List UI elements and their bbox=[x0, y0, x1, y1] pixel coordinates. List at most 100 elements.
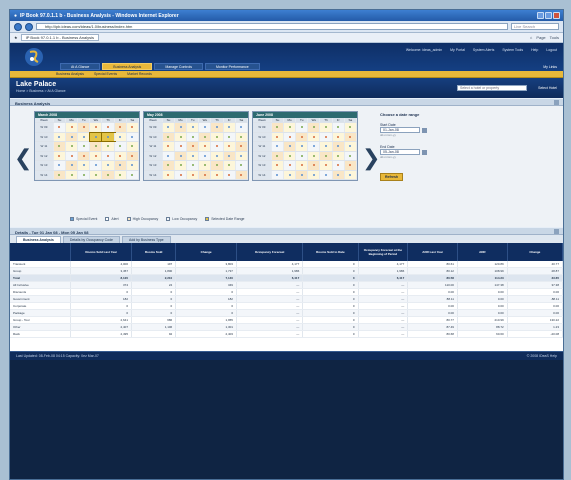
week-label[interactable]: W 09 bbox=[253, 123, 272, 132]
calendar-day[interactable] bbox=[199, 161, 212, 170]
calendar-day[interactable] bbox=[175, 142, 188, 151]
calendar-day[interactable] bbox=[344, 132, 357, 141]
week-label[interactable]: W 12 bbox=[35, 151, 54, 160]
hotel-select[interactable]: Select a hotel or property bbox=[457, 85, 527, 91]
calendar-day[interactable] bbox=[284, 170, 297, 179]
tab-manage-controls[interactable]: Manage Controls bbox=[154, 63, 203, 70]
calendar-day[interactable] bbox=[332, 123, 345, 132]
calendar-day[interactable] bbox=[211, 161, 224, 170]
calendar-day[interactable] bbox=[320, 151, 333, 160]
calendar-day[interactable] bbox=[162, 161, 176, 170]
tab-business-analysis-detail[interactable]: Business Analysis bbox=[16, 236, 61, 243]
column-header[interactable] bbox=[10, 243, 72, 261]
collapse-icon[interactable] bbox=[554, 229, 559, 234]
calendar-day[interactable] bbox=[162, 142, 176, 151]
calendar-day[interactable] bbox=[235, 132, 248, 141]
link-system-tools[interactable]: System Tools bbox=[502, 48, 523, 52]
home-icon[interactable]: ⌂ bbox=[530, 35, 532, 40]
week-label[interactable]: W 13 bbox=[35, 161, 54, 170]
calendar-day[interactable] bbox=[344, 151, 357, 160]
calendar-day[interactable] bbox=[344, 170, 357, 179]
segment-name[interactable]: Corporate bbox=[10, 302, 72, 311]
week-label[interactable]: W 11 bbox=[253, 142, 272, 151]
calendar-day[interactable] bbox=[90, 123, 103, 132]
week-label[interactable]: W 10 bbox=[253, 132, 272, 141]
calendar-day[interactable] bbox=[175, 161, 188, 170]
calendar-day[interactable] bbox=[66, 123, 79, 132]
my-links[interactable]: My Links bbox=[543, 65, 557, 69]
week-label[interactable]: W 14 bbox=[144, 170, 163, 179]
calendar-day[interactable] bbox=[284, 123, 297, 132]
calendar-day[interactable] bbox=[66, 132, 79, 141]
calendar-day[interactable] bbox=[102, 170, 115, 179]
calendar-day[interactable] bbox=[78, 123, 91, 132]
calendar-day[interactable] bbox=[53, 142, 67, 151]
calendar-day[interactable] bbox=[320, 170, 333, 179]
week-label[interactable]: W 09 bbox=[144, 123, 163, 132]
segment-name[interactable]: Discounts bbox=[10, 288, 72, 297]
calendar-day[interactable] bbox=[114, 161, 127, 170]
calendar-day[interactable] bbox=[296, 161, 309, 170]
calendar-day[interactable] bbox=[211, 142, 224, 151]
calendar-day[interactable] bbox=[53, 151, 67, 160]
refresh-button[interactable]: Refresh bbox=[380, 173, 404, 181]
calendar-day[interactable] bbox=[102, 151, 115, 160]
calendar-day[interactable] bbox=[320, 161, 333, 170]
calendar-day[interactable] bbox=[284, 142, 297, 151]
browser-tab[interactable]: IP Book 97.0.1.1 b - Business Analysis bbox=[20, 34, 100, 41]
back-icon[interactable] bbox=[14, 22, 22, 31]
calendar-day[interactable] bbox=[114, 170, 127, 179]
table-row[interactable]: Transient 4,000 197 3,803 4,177 0 4,177 80.61 12… bbox=[10, 261, 563, 269]
tab-business-type[interactable]: Add by Business Type bbox=[122, 236, 171, 243]
table-row[interactable]: Rack 2,495 92 2,403—0—80.68 60.60 -20.08 bbox=[10, 330, 563, 339]
calendar-day[interactable] bbox=[271, 170, 285, 179]
segment-name[interactable]: Other bbox=[10, 323, 72, 332]
search-input[interactable]: Live Search bbox=[511, 23, 559, 30]
subnav-market-records[interactable]: Market Records bbox=[127, 72, 152, 76]
calendar-day[interactable] bbox=[235, 151, 248, 160]
calendar-day[interactable] bbox=[211, 132, 224, 141]
calendar-day[interactable] bbox=[199, 123, 212, 132]
week-label[interactable]: W 11 bbox=[144, 142, 163, 151]
table-row[interactable]: Group 3,457 1,800 1,737 1,986 0 1,986 80.12 108.… bbox=[10, 267, 563, 276]
column-header[interactable]: Rooms Sold to Date bbox=[302, 243, 359, 261]
link-my-portal[interactable]: My Portal bbox=[450, 48, 465, 52]
calendar-day[interactable] bbox=[271, 151, 285, 160]
column-header[interactable]: ADR bbox=[457, 243, 508, 261]
table-row[interactable]: Government 182 0 182—0—88.11 0.00 -88.11 bbox=[10, 295, 563, 304]
calendar-day[interactable] bbox=[78, 161, 91, 170]
calendar-day[interactable] bbox=[162, 132, 176, 141]
table-row[interactable]: Discounts 0 0 0—0—0.00 0.00 0.00 bbox=[10, 288, 563, 297]
calendar-day[interactable] bbox=[199, 142, 212, 151]
footer-copyright[interactable]: © 2008 IDeaS Help bbox=[527, 354, 557, 358]
calendar-day[interactable] bbox=[126, 142, 139, 151]
table-row[interactable]: Total 8,120 2,210 7,140 6,417 0 6,417 80.58 114.… bbox=[10, 274, 563, 283]
calendar-day[interactable] bbox=[162, 123, 176, 132]
calendar-day[interactable] bbox=[102, 142, 115, 151]
segment-name[interactable]: Rack bbox=[10, 330, 72, 339]
link-help[interactable]: Help bbox=[531, 48, 538, 52]
calendar-day[interactable] bbox=[114, 123, 127, 132]
calendar-day[interactable] bbox=[296, 123, 309, 132]
calendar-day[interactable] bbox=[332, 132, 345, 141]
calendar-day[interactable] bbox=[78, 151, 91, 160]
week-label[interactable]: W 11 bbox=[35, 142, 54, 151]
calendar-day[interactable] bbox=[344, 142, 357, 151]
week-label[interactable]: W 13 bbox=[253, 161, 272, 170]
calendar-day[interactable] bbox=[175, 132, 188, 141]
calendar-day[interactable] bbox=[344, 161, 357, 170]
calendar-day[interactable] bbox=[223, 161, 236, 170]
calendar-day[interactable] bbox=[320, 132, 333, 141]
calendar-day[interactable] bbox=[296, 151, 309, 160]
calendar-day[interactable] bbox=[296, 170, 309, 179]
column-header[interactable]: ADR Last Year bbox=[407, 243, 458, 261]
subnav-special-events[interactable]: Special Events bbox=[94, 72, 117, 76]
week-label[interactable]: W 14 bbox=[35, 170, 54, 179]
week-label[interactable]: W 14 bbox=[253, 170, 272, 179]
calendar-day[interactable] bbox=[102, 123, 115, 132]
ideas-logo[interactable] bbox=[24, 47, 44, 67]
calendar-day[interactable] bbox=[223, 142, 236, 151]
week-label[interactable]: W 09 bbox=[35, 123, 54, 132]
calendar-day[interactable] bbox=[235, 123, 248, 132]
week-label[interactable]: W 10 bbox=[144, 132, 163, 141]
